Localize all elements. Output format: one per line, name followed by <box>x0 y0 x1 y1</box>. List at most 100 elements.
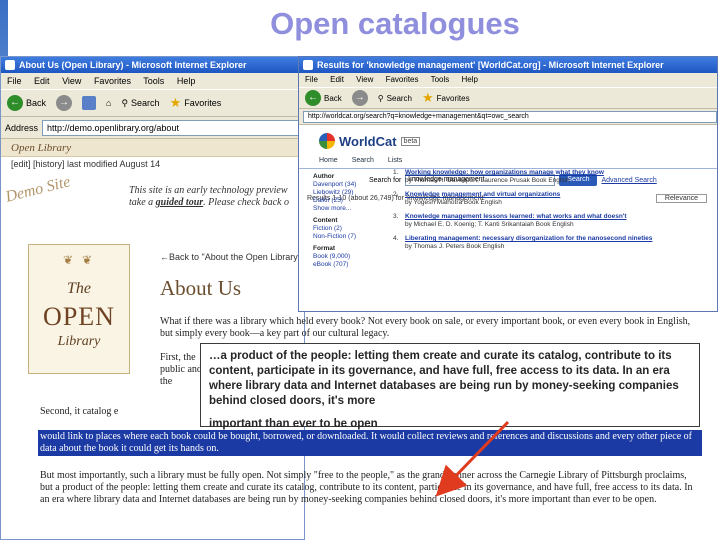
open-library-logo[interactable]: ❦ ❦ The OPEN Library <box>28 244 130 374</box>
beta-badge: beta <box>400 136 421 146</box>
back-button[interactable]: ← Back <box>303 87 344 109</box>
toolbar: ← Back → ⌂ ⚲ Search ★ Favorites <box>1 89 304 117</box>
selected-text[interactable]: would link to places where each book cou… <box>38 430 702 456</box>
facet-item[interactable]: Liebowitz (29) <box>313 189 389 197</box>
result-number: 4. <box>393 235 399 242</box>
guided-tour-link[interactable]: guided tour <box>156 197 204 208</box>
facet-item[interactable]: Dalkir (25) <box>313 197 389 205</box>
window-title: About Us (Open Library) - Microsoft Inte… <box>19 60 247 70</box>
quote-text: …a product of the people: letting them c… <box>209 350 679 407</box>
result-meta: by Thomas H. Davenport; Laurence Prusak … <box>405 177 570 184</box>
forward-button[interactable]: → <box>350 87 370 109</box>
demo-notice-text: take a <box>129 197 156 208</box>
paragraph-1: What if there was a library which held e… <box>160 316 691 339</box>
back-label: Back <box>26 98 47 108</box>
edit-history-line[interactable]: [edit] [history] last modified August 14 <box>1 157 304 171</box>
facet-sidebar: Author Davenport (34) Liebowitz (29) Dal… <box>313 169 389 269</box>
worldcat-header: WorldCat beta <box>299 125 717 157</box>
quote-text-last-line: important than ever to be open <box>209 418 378 430</box>
demo-banner: Demo Site This site is an early technolo… <box>1 171 304 227</box>
address-bar: http://worldcat.org/search?q=knowledge+m… <box>299 109 717 125</box>
result-number: 2. <box>393 191 399 198</box>
address-bar: Address http://demo.openlibrary.org/abou… <box>1 117 304 139</box>
menu-edit[interactable]: Edit <box>330 75 344 84</box>
worldcat-logo[interactable]: WorldCat <box>339 134 397 149</box>
tab-search[interactable]: Search <box>352 157 374 168</box>
search-button[interactable]: ⚲ Search <box>376 87 414 109</box>
menu-file[interactable]: File <box>305 75 318 84</box>
menu-bar: File Edit View Favorites Tools Help <box>299 73 717 87</box>
facet-item[interactable]: Book (9,000) <box>313 253 389 261</box>
list-item: 3. Knowledge management lessons learned:… <box>393 213 713 229</box>
result-list: 1. Working knowledge: how organizations … <box>393 169 713 257</box>
ie-icon <box>5 60 15 70</box>
facet-item[interactable]: Non-Fiction (7) <box>313 233 389 241</box>
facet-head: Content <box>313 217 338 224</box>
demo-notice-line2: take a guided tour. Please check back o <box>129 197 289 209</box>
menu-file[interactable]: File <box>7 76 22 86</box>
back-label: Back <box>324 93 342 103</box>
favorites-button[interactable]: ★ Favorites <box>168 92 224 114</box>
slide: About Us (Open Library) - Microsoft Inte… <box>0 0 720 540</box>
tab-home[interactable]: Home <box>319 157 338 168</box>
menu-help[interactable]: Help <box>462 75 478 84</box>
logo-open: OPEN <box>43 302 115 331</box>
worldcat-tabs: Home Search Lists <box>299 157 717 169</box>
logo-library: Library <box>57 334 101 349</box>
window-titlebar[interactable]: Results for 'knowledge management' [Worl… <box>299 57 717 73</box>
stop-button[interactable] <box>80 92 98 114</box>
result-title-link[interactable]: Knowledge management and virtual organiz… <box>405 191 713 199</box>
search-button[interactable]: ⚲ Search <box>119 92 161 114</box>
result-meta: by Michael E. D. Koenig; T. Kanti Srikan… <box>405 221 574 228</box>
result-title-link[interactable]: Working knowledge: how organizations man… <box>405 169 713 177</box>
demo-notice-line1: This site is an early technology preview <box>129 185 288 196</box>
tab-lists[interactable]: Lists <box>388 157 402 168</box>
menu-view[interactable]: View <box>356 75 373 84</box>
address-input[interactable]: http://demo.openlibrary.org/about <box>42 119 304 136</box>
demo-site-stamp: Demo Site <box>3 173 73 206</box>
menu-bar: File Edit View Favorites Tools Help <box>1 73 304 89</box>
forward-button[interactable]: → <box>54 92 74 114</box>
window-titlebar[interactable]: About Us (Open Library) - Microsoft Inte… <box>1 57 304 73</box>
result-meta: by Yogesh Malhotra Book English <box>405 199 502 206</box>
menu-tools[interactable]: Tools <box>143 76 164 86</box>
quote-callout: …a product of the people: letting them c… <box>200 343 700 430</box>
address-input[interactable]: http://worldcat.org/search?q=knowledge+m… <box>303 110 717 123</box>
menu-help[interactable]: Help <box>177 76 196 86</box>
menu-favorites[interactable]: Favorites <box>94 76 131 86</box>
window-title: Results for 'knowledge management' [Worl… <box>317 60 664 70</box>
worldcat-globe-icon <box>319 133 335 149</box>
facet-item[interactable]: Davenport (34) <box>313 181 389 189</box>
list-item: 1. Working knowledge: how organizations … <box>393 169 713 185</box>
paragraph-4: But most importantly, such a library mus… <box>40 470 693 505</box>
facet-item[interactable]: Fiction (2) <box>313 225 389 233</box>
home-button[interactable]: ⌂ <box>104 92 113 114</box>
back-arrow-icon: ← <box>305 90 321 106</box>
menu-tools[interactable]: Tools <box>431 75 450 84</box>
page-title: About Us <box>160 276 242 300</box>
result-meta: by Thomas J. Peters Book English <box>405 243 505 250</box>
facet-item[interactable]: Show more... <box>313 205 389 213</box>
result-number: 1. <box>393 169 399 176</box>
menu-edit[interactable]: Edit <box>34 76 50 86</box>
forward-arrow-icon: → <box>56 95 73 111</box>
menu-favorites[interactable]: Favorites <box>386 75 419 84</box>
back-button[interactable]: ← Back <box>5 92 48 114</box>
back-to-about-link[interactable]: ←Back to "About the Open Library" <box>160 252 301 262</box>
favorites-button[interactable]: ★ Favorites <box>420 87 472 109</box>
menu-view[interactable]: View <box>62 76 81 86</box>
result-title-link[interactable]: Knowledge management lessons learned: wh… <box>405 213 713 221</box>
stop-icon <box>82 96 97 110</box>
favorites-label: Favorites <box>184 98 222 108</box>
site-header[interactable]: Open Library <box>1 139 304 157</box>
result-title-link[interactable]: Liberating management: necessary disorga… <box>405 235 713 243</box>
result-number: 3. <box>393 213 399 220</box>
toolbar: ← Back → ⚲ Search ★ Favorites <box>299 87 717 109</box>
facet-head: Format <box>313 245 336 252</box>
ie-icon <box>303 60 313 70</box>
search-icon: ⚲ <box>377 93 384 103</box>
facet-head: Author <box>313 173 335 180</box>
facet-item[interactable]: eBook (707) <box>313 261 389 269</box>
list-item: 2. Knowledge management and virtual orga… <box>393 191 713 207</box>
forward-arrow-icon: → <box>351 90 368 106</box>
